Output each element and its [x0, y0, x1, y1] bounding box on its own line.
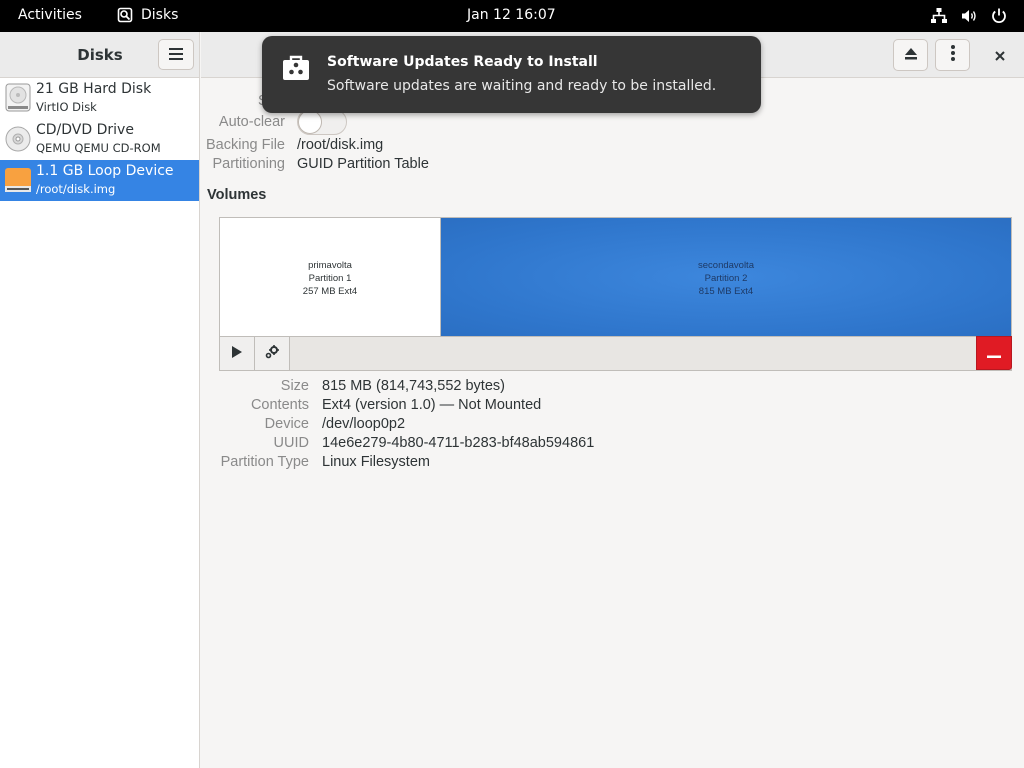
sidebar-item-hard-disk[interactable]: 21 GB Hard Disk VirtIO Disk [0, 78, 199, 119]
uuid-value: 14e6e279-4b80-4711-b283-bf48ab594861 [322, 435, 595, 451]
gears-icon [264, 344, 280, 364]
system-tray[interactable] [930, 7, 1008, 25]
disk-name: 1.1 GB Loop Device [36, 163, 174, 179]
partition-type-value: Linux Filesystem [322, 454, 430, 470]
backing-file-value: /root/disk.img [297, 137, 384, 153]
partitioning-label: Partitioning [212, 156, 285, 172]
close-window-button[interactable] [991, 46, 1009, 64]
device-label: Device [264, 416, 309, 432]
disk-subtitle: QEMU QEMU CD-ROM [36, 141, 161, 155]
sidebar-header: Disks [0, 32, 199, 78]
volume-map: primavolta Partition 1 257 MB Ext4 secon… [219, 217, 1012, 337]
size-label: Size [280, 378, 309, 394]
partition-2-block[interactable]: secondavolta Partition 2 815 MB Ext4 [441, 218, 1011, 336]
eject-button[interactable] [893, 39, 928, 71]
disk-name: CD/DVD Drive [36, 122, 134, 138]
partition-1-block[interactable]: primavolta Partition 1 257 MB Ext4 [220, 218, 441, 336]
network-icon[interactable] [930, 7, 948, 25]
uuid-label: UUID [273, 435, 309, 451]
hamburger-icon [169, 45, 183, 64]
volumes-heading: Volumes [207, 187, 267, 203]
disk-subtitle: VirtIO Disk [36, 100, 97, 114]
contents-value: Ext4 (version 1.0) — Not Mounted [322, 397, 542, 413]
contents-label: Contents [250, 397, 309, 413]
partition-number: Partition 1 [308, 273, 352, 284]
eject-icon [904, 46, 918, 65]
sidebar-item-loop-device[interactable]: 1.1 GB Loop Device /root/disk.img [0, 160, 199, 201]
notification-title: Software Updates Ready to Install [327, 54, 598, 70]
device-value: /dev/loop0p2 [322, 416, 406, 432]
sidebar-item-cd-dvd-drive[interactable]: CD/DVD Drive QEMU QEMU CD-ROM [0, 119, 199, 160]
minus-icon [987, 344, 1001, 363]
volume-toolbar [219, 336, 1012, 371]
app-menu[interactable]: Disks [117, 7, 178, 23]
disks-app-icon [117, 7, 133, 23]
notification-banner[interactable]: Software Updates Ready to Install Softwa… [262, 36, 761, 113]
partition-1-text: primavolta Partition 1 257 MB Ext4 [220, 259, 440, 298]
main-menu-button[interactable] [158, 39, 194, 70]
disk-subtitle: /root/disk.img [36, 182, 116, 196]
play-icon [231, 344, 243, 363]
volume-icon[interactable] [960, 7, 978, 25]
delete-partition-button[interactable] [976, 336, 1012, 370]
disk-name: 21 GB Hard Disk [36, 81, 152, 97]
mount-button[interactable] [220, 337, 255, 370]
partition-name: primavolta [308, 260, 352, 271]
partition-type-label: Partition Type [220, 454, 309, 470]
auto-clear-label: Auto-clear [218, 114, 285, 130]
software-update-icon [282, 54, 310, 82]
notification-body: Software updates are waiting and ready t… [327, 78, 717, 94]
clock[interactable]: Jan 12 16:07 [467, 7, 556, 23]
optical-disc-icon [4, 123, 32, 155]
main-content: S Auto-clear Backing File /root/disk.img… [201, 79, 1024, 768]
top-bar: Activities Disks Jan 12 16:07 [0, 0, 1024, 32]
drive-options-button[interactable] [935, 39, 970, 71]
partition-number: Partition 2 [704, 273, 748, 284]
partition-info: 257 MB Ext4 [302, 286, 358, 297]
size-value: 815 MB (814,743,552 bytes) [322, 378, 505, 394]
partitioning-value: GUID Partition Table [297, 156, 429, 172]
partition-options-button[interactable] [255, 337, 290, 370]
partition-name: secondavolta [698, 260, 754, 271]
sidebar: Disks 21 GB Hard Disk VirtIO Disk CD/DVD… [0, 32, 200, 768]
activities-button[interactable]: Activities [18, 7, 82, 23]
switch-knob [298, 110, 322, 134]
vertical-dots-icon [950, 45, 955, 65]
hard-disk-icon [4, 82, 32, 114]
partition-2-text: secondavolta Partition 2 815 MB Ext4 [441, 259, 1011, 298]
loop-device-icon [4, 164, 32, 196]
partition-info: 815 MB Ext4 [698, 286, 754, 297]
power-icon[interactable] [990, 7, 1008, 25]
backing-file-label: Backing File [206, 137, 285, 153]
app-name: Disks [141, 7, 179, 23]
close-icon [995, 46, 1005, 65]
